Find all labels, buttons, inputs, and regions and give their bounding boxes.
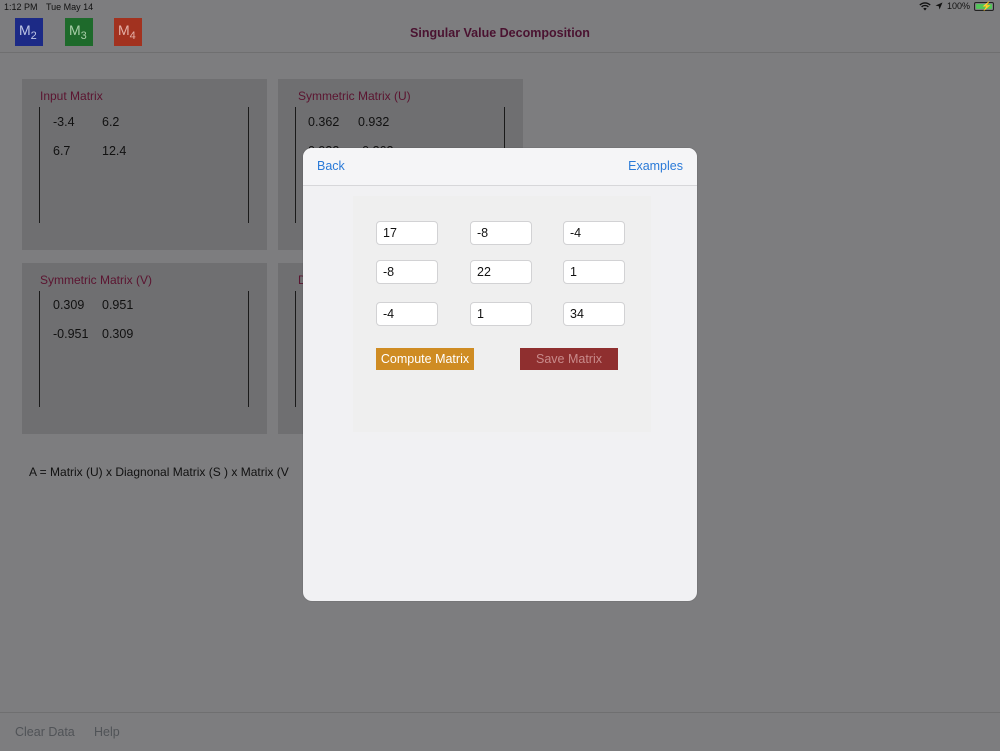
card-title: Symmetric Matrix (U) — [298, 89, 411, 103]
page-title: Singular Value Decomposition — [410, 26, 590, 40]
navigation-bar: M2 M3 M4 Singular Value Decomposition — [0, 14, 1000, 53]
modal-header: Back Examples — [303, 148, 697, 186]
status-date: Tue May 14 — [46, 2, 94, 12]
matrix-cell: 0.362 — [308, 115, 340, 129]
location-arrow-icon — [935, 2, 943, 10]
matrix-cell: -0.951 — [53, 327, 89, 341]
matrix-input-r2c3[interactable] — [563, 260, 625, 284]
compute-matrix-button[interactable]: Compute Matrix — [376, 348, 474, 370]
matrix-input-r1c1[interactable] — [376, 221, 438, 245]
matrix-cell: 0.951 — [102, 298, 134, 312]
battery-icon: ⚡ — [974, 1, 994, 11]
bottom-toolbar: Clear Data Help — [0, 712, 1000, 751]
matrix-bracket-left — [295, 291, 296, 407]
matrix-cell: 12.4 — [102, 144, 127, 158]
matrix-input-r3c2[interactable] — [470, 302, 532, 326]
status-time: 1:12 PM — [4, 2, 38, 12]
matrix-cell: -3.4 — [53, 115, 75, 129]
matrix-entry-panel — [353, 196, 651, 432]
matrix-cell: 6.2 — [102, 115, 120, 129]
svd-formula: A = Matrix (U) x Diagnonal Matrix (S ) x… — [29, 465, 289, 479]
card-title: Symmetric Matrix (V) — [40, 273, 152, 287]
matrix-input-r3c3[interactable] — [563, 302, 625, 326]
matrix-bracket-right — [248, 107, 249, 223]
save-matrix-button[interactable]: Save Matrix — [520, 348, 618, 370]
matrix-cell: 0.932 — [358, 115, 390, 129]
matrix-input-r1c2[interactable] — [470, 221, 532, 245]
matrix-v-card: Symmetric Matrix (V) 0.309 0.951 -0.951 … — [22, 263, 267, 434]
input-matrix-card: Input Matrix -3.4 6.2 6.7 12.4 — [22, 79, 267, 250]
wifi-icon — [919, 1, 931, 10]
matrix-input-r3c1[interactable] — [376, 302, 438, 326]
status-bar: 1:12 PM Tue May 14 100% ⚡ — [0, 0, 1000, 14]
clear-data-button[interactable]: Clear Data — [15, 725, 75, 739]
matrix-input-r2c1[interactable] — [376, 260, 438, 284]
help-button[interactable]: Help — [94, 725, 120, 739]
matrix-input-modal: Back Examples Compute Matrix Save Matrix — [303, 148, 697, 601]
examples-button[interactable]: Examples — [628, 159, 683, 173]
matrix-input-r1c3[interactable] — [563, 221, 625, 245]
matrix-bracket-right — [248, 291, 249, 407]
matrix-input-r2c2[interactable] — [470, 260, 532, 284]
matrix-cell: 0.309 — [102, 327, 134, 341]
matrix-bracket-left — [295, 107, 296, 223]
matrix-cell: 0.309 — [53, 298, 85, 312]
status-right: 100% ⚡ — [919, 1, 994, 11]
battery-percent: 100% — [946, 1, 970, 11]
back-button[interactable]: Back — [317, 159, 345, 173]
matrix-bracket-left — [39, 107, 40, 223]
matrix-cell: 6.7 — [53, 144, 71, 158]
matrix-bracket-left — [39, 291, 40, 407]
card-title: Input Matrix — [40, 89, 103, 103]
